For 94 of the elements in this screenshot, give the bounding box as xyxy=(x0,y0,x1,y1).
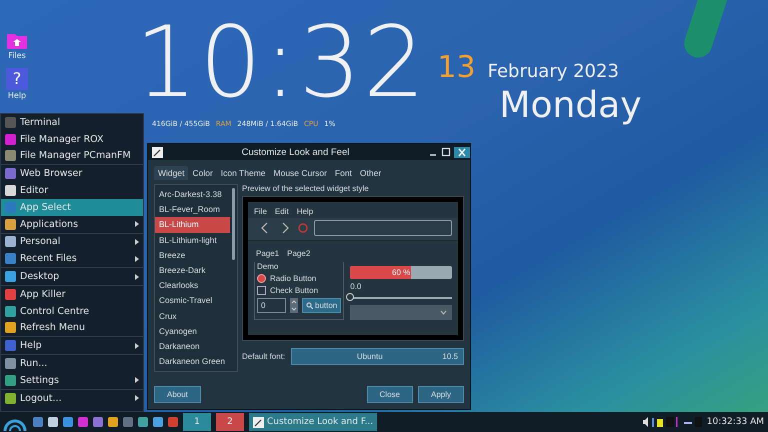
menu-item[interactable]: File Manager PCmanFM xyxy=(1,148,143,164)
tab[interactable]: Font xyxy=(330,166,356,180)
theme-list-item[interactable]: Crux xyxy=(155,308,237,324)
menu-item[interactable]: Run... xyxy=(1,355,143,372)
menu-item[interactable]: File Manager ROX xyxy=(1,130,143,148)
theme-list-item[interactable]: Clearlooks xyxy=(155,278,237,294)
search-icon xyxy=(306,302,313,309)
search-button[interactable]: button xyxy=(302,298,342,313)
taskbar-clock: 10:32:33 AM xyxy=(706,417,764,427)
help-icon[interactable]: ? xyxy=(6,68,28,90)
chevron-down-icon xyxy=(440,310,447,315)
theme-list-item[interactable]: Breeze-Dark xyxy=(155,262,237,278)
theme-list-item[interactable]: Cyanogen xyxy=(155,324,237,339)
checkbox-label: Check Button xyxy=(270,286,318,295)
font-label: Default font: xyxy=(242,352,286,361)
app-icon xyxy=(5,168,16,180)
menu-bar-item[interactable]: File xyxy=(254,207,267,216)
theme-list-item[interactable]: Cosmic-Travel xyxy=(155,293,237,308)
menu-item[interactable]: Help xyxy=(1,337,143,354)
window-title: Customize Look and Feel xyxy=(240,146,350,158)
checkbox[interactable] xyxy=(257,286,266,295)
preview-caption: Preview of the selected widget style xyxy=(242,184,370,193)
app-icon xyxy=(5,218,16,230)
app-icon xyxy=(5,116,16,128)
weekday: Monday xyxy=(499,85,642,126)
system-tray-drawing xyxy=(642,416,702,428)
tab[interactable]: Other xyxy=(356,166,386,180)
maximize-icon[interactable] xyxy=(441,147,451,157)
desktop-icon-label: Files xyxy=(8,51,26,60)
theme-list-item[interactable]: BL-Lithium xyxy=(155,217,230,233)
workspace-button[interactable]: 2 xyxy=(216,413,244,431)
app-icon xyxy=(5,236,16,248)
app-icon xyxy=(5,185,16,196)
slider-thumb[interactable] xyxy=(346,293,354,301)
tab[interactable]: Widget xyxy=(154,166,188,180)
radio-button[interactable] xyxy=(257,274,266,283)
app-icon xyxy=(5,253,16,264)
menu-item[interactable]: Control Centre xyxy=(1,302,143,320)
window-icon xyxy=(152,146,163,158)
menu-item[interactable]: Applications xyxy=(1,216,143,233)
spin-arrows-icon[interactable] xyxy=(290,298,298,313)
notebook-tab[interactable]: Page2 xyxy=(287,249,310,258)
menu-item[interactable]: Settings xyxy=(1,372,143,389)
spin-field[interactable]: 0 xyxy=(257,298,286,313)
theme-list-item[interactable]: Darkaneon Green xyxy=(155,354,237,370)
date-day: 13 xyxy=(437,50,476,85)
refresh-icon[interactable] xyxy=(298,223,308,233)
menu-bar-item[interactable]: Edit xyxy=(274,207,289,216)
theme-list-item[interactable]: Breeze xyxy=(155,248,237,263)
window-icon xyxy=(253,416,264,428)
theme-list-item[interactable]: Arc-Darkest-3.38 xyxy=(155,187,237,202)
dialog-button[interactable]: Close xyxy=(366,386,413,403)
menu-item[interactable]: Recent Files xyxy=(1,250,143,268)
font-button[interactable]: Ubuntu 10.5 xyxy=(291,348,464,365)
scrollbar-thumb[interactable] xyxy=(232,188,235,260)
app-icon xyxy=(5,392,16,404)
app-icon xyxy=(5,340,16,352)
menu-item[interactable]: Logout... xyxy=(1,390,143,407)
dialog-button[interactable]: Apply xyxy=(418,386,464,403)
radio-label: Radio Button xyxy=(270,274,316,283)
text-field[interactable] xyxy=(314,220,452,236)
app-icon xyxy=(5,134,16,145)
theme-list-item[interactable]: Darkaneon xyxy=(155,338,237,354)
app-icon xyxy=(5,288,16,300)
app-icon xyxy=(5,150,16,162)
frame-label: Demo xyxy=(257,262,280,271)
menu-item[interactable]: Desktop xyxy=(1,268,143,285)
taskbar-window-button[interactable]: Customize Look and F... xyxy=(249,413,378,431)
menu-item[interactable]: Editor xyxy=(1,182,143,199)
menu-item[interactable]: Terminal xyxy=(1,114,143,131)
desktop-icon-label: Help xyxy=(8,91,26,100)
menu-item[interactable]: App Killer xyxy=(1,286,143,303)
clock-time: 10:32 xyxy=(135,14,428,112)
menu-bar-item[interactable]: Help xyxy=(296,207,314,216)
app-icon xyxy=(5,322,16,334)
menu-item[interactable]: Web Browser xyxy=(1,165,143,182)
dialog-button[interactable]: About xyxy=(154,386,201,403)
app-icon xyxy=(5,306,16,317)
date-month-year: February 2023 xyxy=(488,61,619,82)
app-icon xyxy=(5,374,16,386)
notebook-tab[interactable]: Page1 xyxy=(256,249,280,258)
menu-item[interactable]: Personal xyxy=(1,234,143,250)
close-icon[interactable] xyxy=(454,146,470,158)
scale-value: 0.0 xyxy=(350,282,362,291)
progress-text: 60 % xyxy=(391,267,412,279)
theme-list-item[interactable]: BL-Lithium-light xyxy=(155,232,237,248)
app-icon xyxy=(5,202,16,213)
tab[interactable]: Mouse Cursor xyxy=(270,166,331,180)
tab[interactable]: Color xyxy=(188,166,217,180)
app-icon xyxy=(5,271,16,282)
app-icon xyxy=(5,358,16,370)
menu-item[interactable]: Refresh Menu xyxy=(1,320,143,336)
theme-list-item[interactable]: BL-Fever_Room xyxy=(155,202,237,218)
tab[interactable]: Icon Theme xyxy=(216,166,270,180)
